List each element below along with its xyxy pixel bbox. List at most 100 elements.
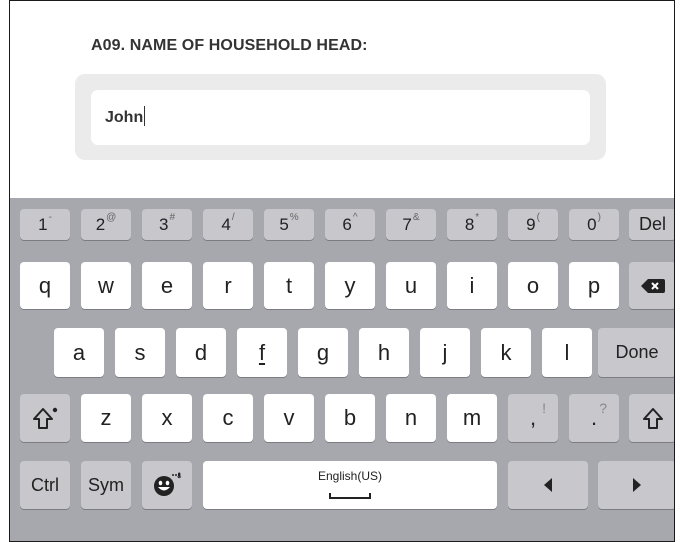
key-b-label: b: [343, 405, 357, 430]
key-f[interactable]: f: [237, 328, 287, 377]
key-w-label: w: [98, 272, 114, 298]
key-8-label: 8: [464, 214, 475, 234]
answer-value: John: [105, 109, 144, 126]
key-h[interactable]: h: [359, 328, 409, 377]
app-frame: A09. NAME OF HOUSEHOLD HEAD: John 1- 2 @ …: [9, 0, 675, 542]
key-c-label: c: [222, 405, 234, 430]
key-4-label: 4: [221, 214, 231, 234]
arrow-right-key[interactable]: [598, 461, 674, 509]
key-4[interactable]: 4/: [203, 209, 253, 240]
key-6[interactable]: 6 ^: [325, 209, 375, 240]
key-7[interactable]: 7 &: [386, 209, 436, 240]
emoji-icon: [154, 472, 182, 496]
key-u[interactable]: u: [386, 262, 436, 309]
key-i-label: i: [469, 272, 475, 298]
keyboard-language-label: English(US): [317, 469, 383, 483]
key-m[interactable]: m: [447, 394, 497, 442]
household-head-name-input[interactable]: John: [91, 90, 590, 145]
key-o-label: o: [526, 272, 540, 298]
key-2-label: 2: [95, 214, 106, 234]
key-period[interactable]: .?: [569, 394, 619, 442]
key-7-alt: &: [412, 212, 420, 223]
backspace-key[interactable]: [629, 262, 674, 309]
space-bar[interactable]: English(US): [203, 461, 497, 509]
key-2[interactable]: 2 @: [81, 209, 131, 240]
key-o[interactable]: o: [508, 262, 558, 309]
key-r[interactable]: r: [203, 262, 253, 309]
on-screen-keyboard: 1- 2 @ 3 # 4/ 5% 6 ^ 7 & 8 * 9( 0) Del q w e …: [10, 198, 674, 541]
answer-field-container: John: [75, 74, 606, 160]
ctrl-key[interactable]: Ctrl: [20, 461, 70, 509]
shift-key-right[interactable]: [629, 394, 674, 442]
key-m-label: m: [462, 405, 482, 430]
key-h-label: h: [377, 339, 391, 365]
key-8-alt: *: [475, 212, 480, 223]
question-label: A09. NAME OF HOUSEHOLD HEAD:: [91, 37, 368, 54]
key-a[interactable]: a: [54, 328, 104, 377]
key-5[interactable]: 5%: [264, 209, 314, 240]
key-6-alt: ^: [352, 212, 358, 223]
key-t[interactable]: t: [264, 262, 314, 309]
key-f-label: f: [258, 339, 266, 365]
key-k[interactable]: k: [481, 328, 531, 377]
sym-key[interactable]: Sym: [81, 461, 131, 509]
key-7-label: 7: [402, 214, 412, 234]
key-j[interactable]: j: [420, 328, 470, 377]
space-bar-icon: [329, 493, 371, 499]
key-v[interactable]: v: [264, 394, 314, 442]
key-2-alt: @: [106, 212, 117, 223]
key-y-label: y: [344, 272, 356, 298]
delete-key-label: Del: [638, 214, 666, 234]
delete-key[interactable]: Del: [629, 209, 674, 240]
key-0[interactable]: 0): [569, 209, 619, 240]
key-g-label: g: [316, 339, 330, 365]
key-5-label: 5: [279, 214, 289, 234]
key-t-label: t: [285, 272, 293, 298]
arrow-left-key[interactable]: [508, 461, 588, 509]
key-w[interactable]: w: [81, 262, 131, 309]
key-comma[interactable]: ,!: [508, 394, 558, 442]
key-e[interactable]: e: [142, 262, 192, 309]
key-v-label: v: [283, 405, 295, 430]
key-u-label: u: [404, 272, 418, 298]
key-s[interactable]: s: [115, 328, 165, 377]
text-cursor: [144, 106, 146, 126]
key-1-alt: -: [48, 212, 52, 223]
key-q-label: q: [38, 272, 52, 298]
done-key[interactable]: Done: [598, 328, 674, 377]
key-3-alt: #: [169, 212, 176, 223]
key-0-label: 0: [587, 214, 597, 234]
key-p[interactable]: p: [569, 262, 619, 309]
key-q[interactable]: q: [20, 262, 70, 309]
key-1[interactable]: 1-: [20, 209, 70, 240]
arrow-right-icon: [633, 478, 641, 492]
key-0-alt: ): [597, 212, 601, 223]
key-4-alt: /: [231, 212, 235, 223]
key-9[interactable]: 9(: [508, 209, 558, 240]
ctrl-key-label: Ctrl: [31, 474, 59, 495]
arrow-left-icon: [544, 478, 552, 492]
key-y[interactable]: y: [325, 262, 375, 309]
key-d[interactable]: d: [176, 328, 226, 377]
key-6-label: 6: [342, 214, 352, 234]
done-key-label: Done: [615, 342, 659, 362]
key-r-label: r: [224, 272, 232, 298]
key-b[interactable]: b: [325, 394, 375, 442]
shift-icon: [642, 408, 663, 429]
key-n-label: n: [404, 405, 418, 430]
key-j-label: j: [442, 339, 448, 365]
key-c[interactable]: c: [203, 394, 253, 442]
key-n[interactable]: n: [386, 394, 436, 442]
key-1-label: 1: [38, 214, 48, 234]
key-i[interactable]: i: [447, 262, 497, 309]
key-3[interactable]: 3 #: [142, 209, 192, 240]
key-l[interactable]: l: [542, 328, 592, 377]
key-comma-alt: !: [542, 400, 546, 416]
key-z[interactable]: z: [81, 394, 131, 442]
key-e-label: e: [160, 272, 174, 298]
key-g[interactable]: g: [298, 328, 348, 377]
shift-key-left[interactable]: [20, 394, 70, 442]
key-x[interactable]: x: [142, 394, 192, 442]
key-8[interactable]: 8 *: [447, 209, 497, 240]
emoji-key[interactable]: [142, 461, 192, 509]
